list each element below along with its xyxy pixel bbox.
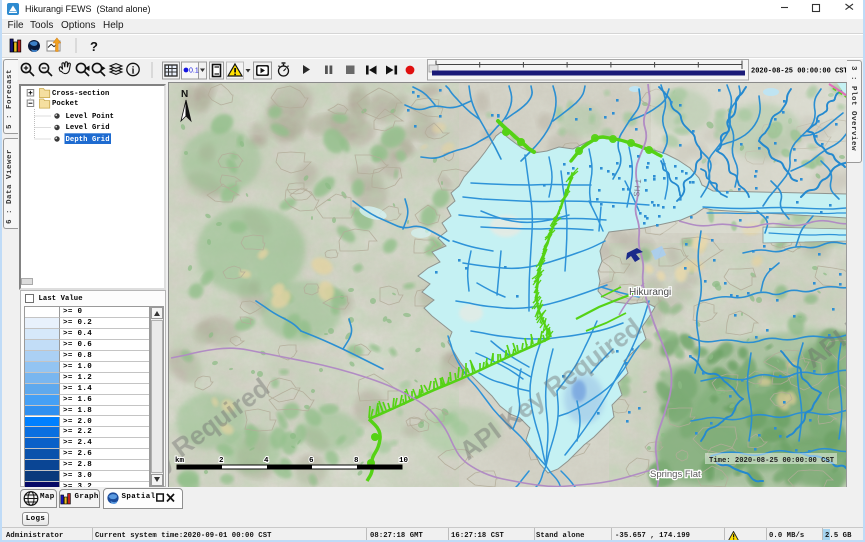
- svg-text:i: i: [132, 66, 135, 77]
- svg-text:10: 10: [399, 457, 409, 465]
- svg-text:Time: 2020-08-25 00:00:00 CST: Time: 2020-08-25 00:00:00 CST: [709, 457, 835, 465]
- svg-text:km: km: [175, 457, 185, 465]
- svg-text:4: 4: [264, 457, 269, 465]
- svg-text:N: N: [181, 89, 188, 100]
- svg-text:0.1: 0.1: [189, 68, 199, 75]
- svg-text:Hikurangi: Hikurangi: [629, 287, 671, 298]
- svg-text:?: ?: [90, 39, 98, 54]
- svg-text:6: 6: [309, 457, 314, 465]
- svg-text:2: 2: [219, 457, 224, 465]
- svg-text:8: 8: [354, 457, 359, 465]
- svg-text:Springs Flat: Springs Flat: [650, 469, 701, 480]
- svg-text:2020-08-25 00:00:00 CST: 2020-08-25 00:00:00 CST: [751, 68, 846, 76]
